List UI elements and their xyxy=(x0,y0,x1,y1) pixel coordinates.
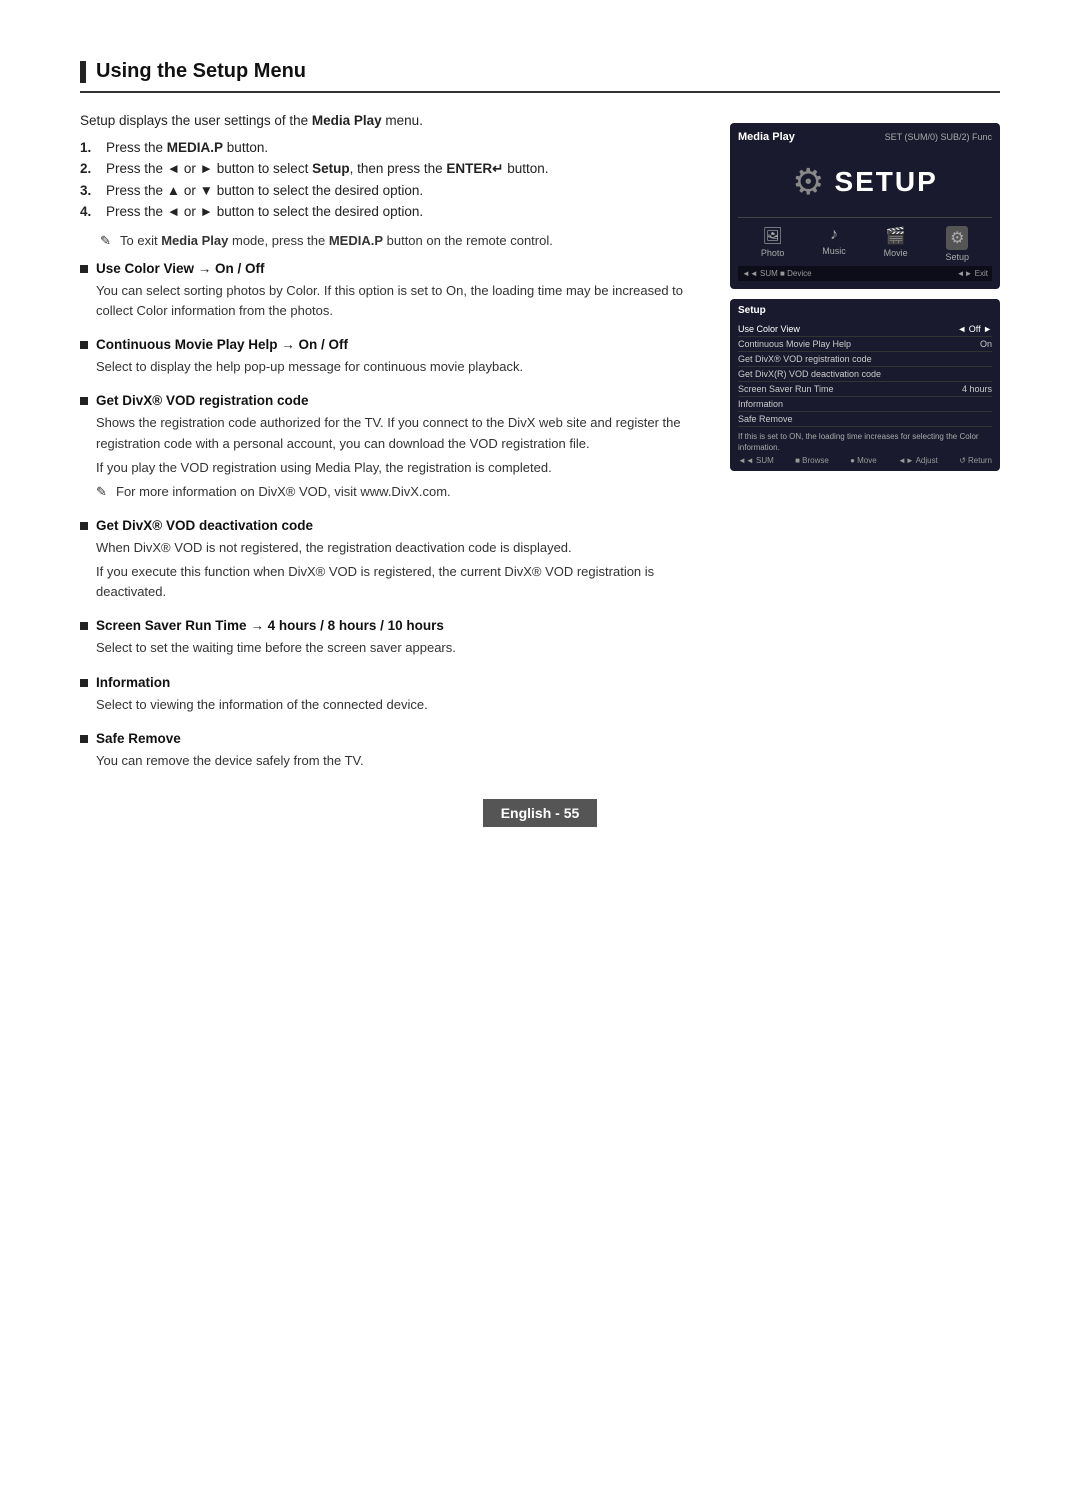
page-footer: English - 55 xyxy=(0,799,1080,827)
bullet-icon xyxy=(80,522,88,530)
photo-icon-item: 🖼 Photo xyxy=(761,226,785,262)
setup-menu-bottombar: ◄◄ SUM ■ Browse ● Move ◄► Adjust ↺ Retur… xyxy=(738,453,992,465)
section-heading: Using the Setup Menu xyxy=(80,60,1000,93)
divx-note: ✎ For more information on DivX® VOD, vis… xyxy=(96,482,710,502)
note-icon: ✎ xyxy=(96,482,110,502)
section-safe-remove: Safe Remove You can remove the device sa… xyxy=(80,731,710,771)
heading-bar xyxy=(80,61,86,83)
bottombar-right: ◄► Exit xyxy=(957,269,988,278)
section-information: Information Select to viewing the inform… xyxy=(80,675,710,715)
setup-menu-note: If this is set to ON, the loading time i… xyxy=(738,431,992,453)
main-content: Setup displays the user settings of the … xyxy=(80,113,1000,787)
bottombar-left: ◄◄ SUM ■ Device xyxy=(742,269,812,278)
note-icon: ✎ xyxy=(100,233,114,249)
gear-icon: ⚙ xyxy=(792,161,824,203)
photo-icon: 🖼 xyxy=(763,226,783,246)
step-4: 4. Press the ◄ or ► button to select the… xyxy=(80,204,710,219)
bullet-icon xyxy=(80,622,88,630)
menu-item-color-view: Use Color View ◄ Off ► xyxy=(738,322,992,337)
bullet-icon xyxy=(80,341,88,349)
media-play-title: Media Play xyxy=(738,131,795,143)
bullet-icon xyxy=(80,265,88,273)
step-1: 1. Press the MEDIA.P button. xyxy=(80,140,710,155)
menu-item-divx-reg: Get DivX® VOD registration code xyxy=(738,352,992,367)
setup-label: SETUP xyxy=(834,166,937,198)
setup-menu-screenshot: Setup Use Color View ◄ Off ► Continuous … xyxy=(730,299,1000,471)
intro-text: Setup displays the user settings of the … xyxy=(80,113,710,128)
setup-menu-title: Setup xyxy=(738,305,992,316)
english-badge: English - 55 xyxy=(483,799,598,827)
media-play-screenshot: Media Play SET (SUM/0) SUB/2) Func ⚙ SET… xyxy=(730,123,1000,289)
section-divx-registration: Get DivX® VOD registration code Shows th… xyxy=(80,393,710,502)
page-container: Using the Setup Menu Setup displays the … xyxy=(0,0,1080,867)
menu-item-divx-deact: Get DivX(R) VOD deactivation code xyxy=(738,367,992,382)
steps-list: 1. Press the MEDIA.P button. 2. Press th… xyxy=(80,140,710,219)
movie-icon: 🎬 xyxy=(886,226,906,246)
bullet-icon xyxy=(80,735,88,743)
exit-note: ✎ To exit Media Play mode, press the MED… xyxy=(100,233,710,249)
music-icon-item: ♪ Music xyxy=(822,226,846,262)
setup-icon-item: ⚙ Setup xyxy=(946,226,970,262)
menu-item-information: Information xyxy=(738,397,992,412)
bullet-icon xyxy=(80,679,88,687)
left-content: Setup displays the user settings of the … xyxy=(80,113,710,787)
bullet-icon xyxy=(80,397,88,405)
section-continuous-movie: Continuous Movie Play Help → On / Off Se… xyxy=(80,337,710,377)
music-icon: ♪ xyxy=(830,226,838,244)
section-use-color-view: Use Color View → On / Off You can select… xyxy=(80,261,710,321)
menu-item-screen-saver: Screen Saver Run Time 4 hours xyxy=(738,382,992,397)
step-3: 3. Press the ▲ or ▼ button to select the… xyxy=(80,183,710,198)
media-play-subtitle: SET (SUM/0) SUB/2) Func xyxy=(885,132,992,142)
step-2: 2. Press the ◄ or ► button to select Set… xyxy=(80,161,710,177)
setup-icon: ⚙ xyxy=(946,226,968,250)
section-screen-saver: Screen Saver Run Time → 4 hours / 8 hour… xyxy=(80,618,710,658)
movie-icon-item: 🎬 Movie xyxy=(884,226,908,262)
right-screenshots: Media Play SET (SUM/0) SUB/2) Func ⚙ SET… xyxy=(730,123,1000,787)
menu-item-continuous: Continuous Movie Play Help On xyxy=(738,337,992,352)
menu-item-safe-remove: Safe Remove xyxy=(738,412,992,427)
page-title: Using the Setup Menu xyxy=(96,60,306,83)
section-divx-deactivation: Get DivX® VOD deactivation code When Div… xyxy=(80,518,710,602)
